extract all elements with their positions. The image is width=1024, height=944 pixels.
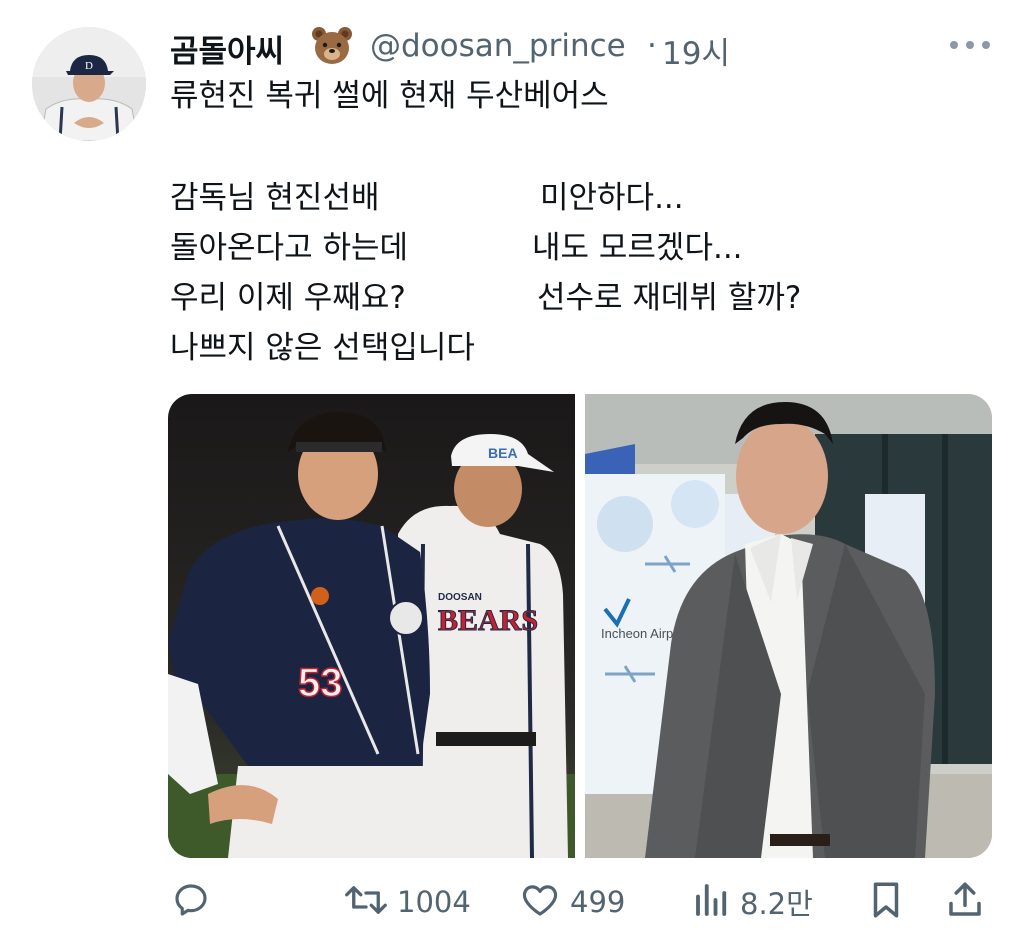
media-divider (575, 394, 585, 858)
views-count: 8.2만 (740, 887, 813, 921)
tweet-text-line-1: 류현진 복귀 썰에 현재 두산베어스 (170, 78, 609, 114)
cap-text: BEA (488, 445, 518, 461)
timestamp[interactable]: 19시 (662, 28, 730, 73)
retweet-button[interactable]: 1004 (343, 878, 471, 926)
heart-icon (518, 879, 562, 925)
like-button[interactable]: 499 (518, 878, 625, 926)
views-button[interactable]: 8.2만 (692, 878, 813, 926)
separator-dot: · (647, 28, 657, 64)
tweet-text-left-2: 돌아온다고 하는데 (170, 230, 409, 266)
views-icon (692, 879, 732, 925)
tweet-text-left-1: 감독님 현진선배 (170, 180, 380, 216)
bookmark-button[interactable] (866, 878, 906, 926)
tweet-text-right-1: 미안하다... (540, 180, 684, 216)
airport-man-photo[interactable]: Incheon Airport (585, 394, 992, 858)
retweet-count: 1004 (397, 885, 471, 919)
tweet-text-right-3: 선수로 재데뷔 할까? (537, 280, 802, 316)
user-handle[interactable]: @doosan_prince (370, 28, 626, 64)
jersey-number: 53 (298, 661, 343, 705)
like-count: 499 (570, 885, 626, 919)
avatar[interactable]: D (32, 27, 146, 141)
baseball-players-photo[interactable]: BEA DOOSAN BEARS 53 (168, 394, 575, 858)
tweet-text-left-3: 우리 이제 우째요? (170, 280, 406, 316)
display-name[interactable]: 곰돌아씨 (170, 26, 284, 71)
retweet-icon (343, 879, 389, 925)
svg-text:D: D (85, 60, 93, 72)
reply-icon (170, 879, 212, 925)
team-small-text: DOOSAN (438, 592, 482, 603)
avatar-image: D (32, 27, 146, 141)
media-container: BEA DOOSAN BEARS 53 Incheon Airport (168, 394, 992, 858)
tweet-text-right-2: 내도 모르겠다... (532, 230, 743, 266)
share-button[interactable] (944, 878, 986, 926)
tweet-text-left-4: 나쁘지 않은 선택입니다 (170, 330, 475, 366)
share-icon (944, 879, 986, 925)
reply-button[interactable] (170, 878, 212, 926)
bear-emoji-icon (310, 24, 354, 66)
team-wordmark: BEARS (438, 604, 538, 637)
bookmark-icon (866, 879, 906, 925)
more-icon[interactable] (950, 30, 990, 60)
tweet-header: 곰돌아씨 @doosan_prince · 19시 (170, 22, 990, 73)
